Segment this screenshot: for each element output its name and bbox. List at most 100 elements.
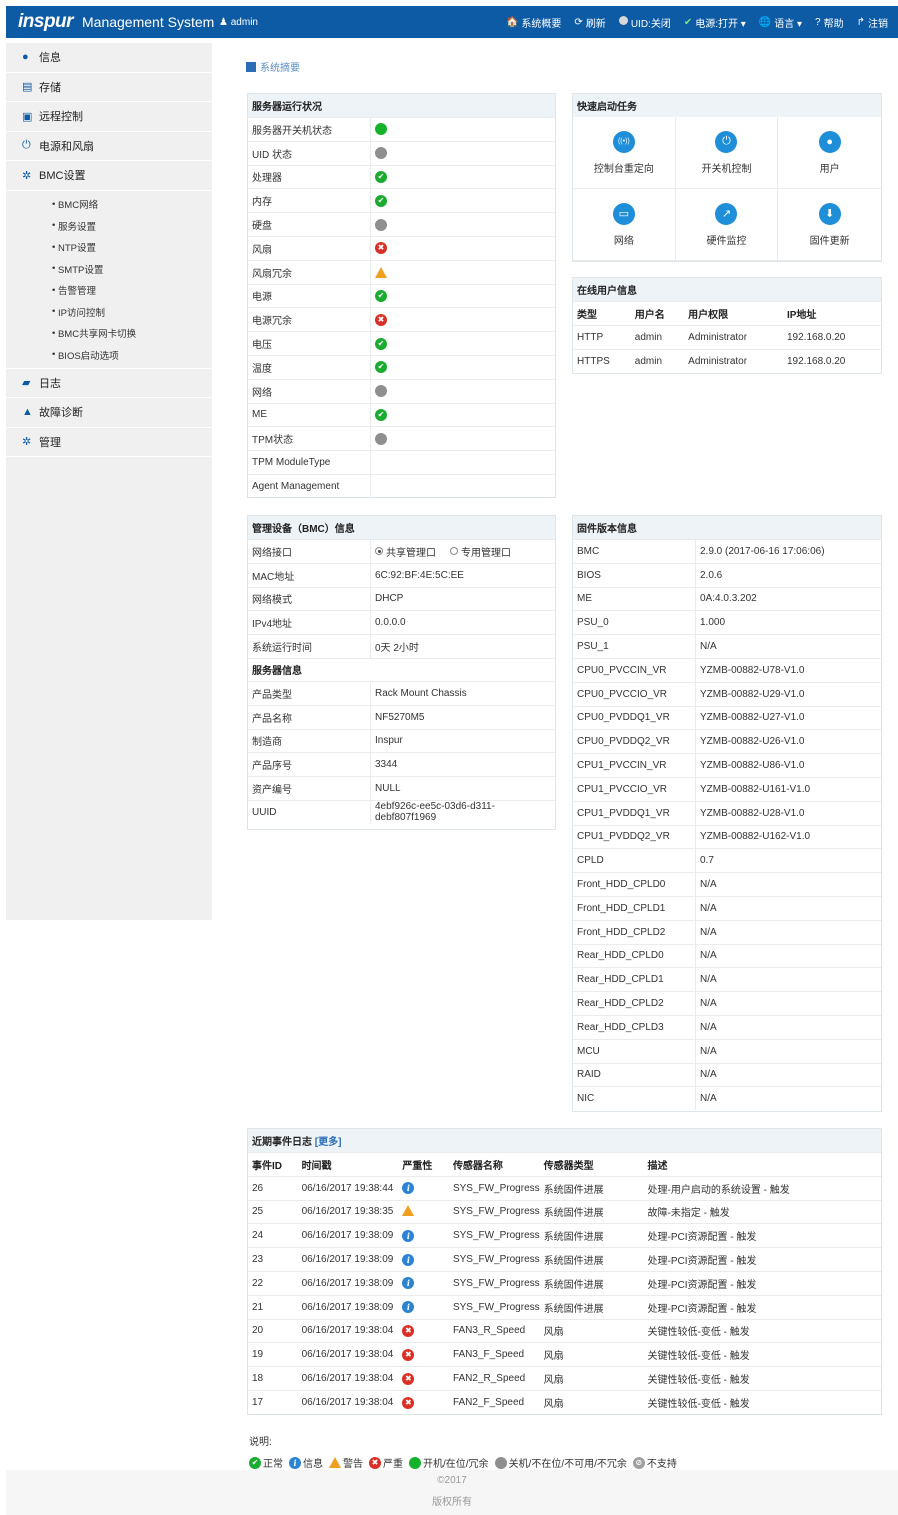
info-row: UUID 4ebf926c-ee5c-03d6-d311-debf807f1969 bbox=[248, 799, 555, 824]
info-row: 网络模式 DHCP bbox=[248, 586, 555, 611]
status-value bbox=[371, 142, 555, 165]
table-row[interactable]: 22 06/16/2017 19:38:09 i SYS_FW_Progress 系统固… bbox=[248, 1270, 881, 1296]
status-row: 电源 ✔ bbox=[248, 283, 555, 308]
info-row: MCU N/A bbox=[573, 1038, 881, 1063]
info-value: N/A bbox=[700, 641, 717, 653]
nav-item-2[interactable]: UID:关闭 bbox=[618, 15, 671, 30]
table-row[interactable]: 19 06/16/2017 19:38:04 ✖ FAN3_F_Speed 风扇 关键性较… bbox=[248, 1342, 881, 1367]
breadcrumb: 系统摘要 bbox=[246, 59, 300, 74]
info-value: NF5270M5 bbox=[375, 711, 425, 723]
info-value: N/A bbox=[700, 974, 717, 986]
nav-item-6[interactable]: ↱ 注销 bbox=[857, 15, 888, 30]
table-row: HTTPS admin Administrator 192.168.0.20 bbox=[573, 348, 881, 373]
info-label: MAC地址 bbox=[248, 563, 371, 587]
sidebar-item-3[interactable]: ⏻ 电源和风扇 bbox=[6, 132, 212, 161]
legend-item: ⊘ 不支持 bbox=[632, 1455, 677, 1470]
nav-label: 电源:打开 ▾ bbox=[695, 18, 746, 30]
quick-task-1[interactable]: ⏻ 开关机控制 bbox=[675, 117, 779, 189]
quick-task-0[interactable]: ((•)) 控制台重定向 bbox=[573, 117, 676, 189]
event-desc: 关键性较低-变低 - 触发 bbox=[643, 1366, 881, 1391]
console-redirect-icon: ((•)) bbox=[612, 130, 635, 153]
event-desc: 处理-PCI资源配置 - 触发 bbox=[643, 1270, 881, 1296]
info-value: 2.0.6 bbox=[700, 569, 723, 581]
quick-task-2[interactable]: ● 用户 bbox=[778, 117, 881, 189]
network-icon: ▭ bbox=[612, 202, 635, 225]
remote-control-icon: ▣ bbox=[22, 110, 33, 123]
current-user[interactable]: ♟ admin bbox=[219, 17, 258, 28]
table-row[interactable]: 25 06/16/2017 19:38:35 SYS_FW_Progress 系统固件… bbox=[248, 1199, 881, 1224]
sidebar-subitem-1[interactable]: • 服务设置 bbox=[6, 215, 212, 237]
info-label: NIC bbox=[573, 1087, 696, 1111]
nav-item-5[interactable]: ? 帮助 bbox=[815, 15, 844, 30]
event-id: 17 bbox=[248, 1389, 298, 1415]
legend-item: 开机/在位/冗余 bbox=[409, 1455, 489, 1470]
dedicated-port-radio[interactable] bbox=[450, 547, 458, 556]
sidebar-item-1[interactable]: ▤ 存储 bbox=[6, 73, 212, 102]
warning-status-icon bbox=[375, 266, 387, 278]
status-row: 内存 ✔ bbox=[248, 188, 555, 213]
quick-task-3[interactable]: ▭ 网络 bbox=[573, 189, 676, 261]
storage-icon: ▤ bbox=[22, 81, 33, 94]
event-sensor: FAN3_F_Speed bbox=[448, 1342, 540, 1367]
info-label: 产品名称 bbox=[248, 705, 371, 729]
table-row[interactable]: 17 06/16/2017 19:38:04 ✖ FAN2_F_Speed 风扇 关键性较… bbox=[248, 1389, 881, 1415]
uid-status-icon bbox=[618, 16, 628, 28]
sidebar-subitem-6[interactable]: • BMC共享网卡切换 bbox=[6, 323, 212, 345]
info-label: MCU bbox=[573, 1039, 696, 1063]
quick-task-4[interactable]: ↗ 硬件监控 bbox=[675, 189, 779, 261]
info-label: CPU0_PVDDQ1_VR bbox=[573, 706, 696, 730]
event-log-panel: 近期事件日志 [更多] 事件ID 时间戳 严重性 传感器名称 传感器类型 描述 26 06/1… bbox=[247, 1128, 882, 1415]
sidebar-subitem-5[interactable]: • IP访问控制 bbox=[6, 301, 212, 323]
nav-item-4[interactable]: 🌐 语言 ▾ bbox=[759, 15, 802, 30]
sidebar-item2-0[interactable]: ▰ 日志 bbox=[6, 369, 212, 398]
info-value: N/A bbox=[700, 902, 717, 914]
check-icon: ✔ bbox=[683, 16, 693, 28]
sidebar-item2-1[interactable]: ▲ 故障诊断 bbox=[6, 398, 212, 428]
nav-item-1[interactable]: ⟳ 刷新 bbox=[574, 15, 605, 30]
table-row[interactable]: 20 06/16/2017 19:38:04 ✖ FAN3_R_Speed 风扇 关键性较… bbox=[248, 1318, 881, 1343]
sidebar-subitem-0[interactable]: • BMC网络 bbox=[6, 194, 212, 216]
users-col-header: IP地址 bbox=[782, 301, 881, 326]
shared-port-label[interactable]: 共享管理口 bbox=[386, 544, 436, 559]
nav-item-0[interactable]: 🏠 系统概要 bbox=[506, 15, 561, 30]
quick-task-5[interactable]: ⬇ 固件更新 bbox=[778, 189, 881, 261]
shared-port-radio[interactable] bbox=[375, 547, 383, 556]
status-value: ✖ bbox=[371, 308, 555, 331]
table-row: HTTP admin Administrator 192.168.0.20 bbox=[573, 324, 881, 350]
ok-status-icon: ✔ bbox=[375, 337, 387, 350]
sidebar-item-2[interactable]: ▣ 远程控制 bbox=[6, 102, 212, 132]
table-row[interactable]: 18 06/16/2017 19:38:04 ✖ FAN2_R_Speed 风扇 关键性较… bbox=[248, 1366, 881, 1391]
legend-title: 说明: bbox=[249, 1437, 272, 1448]
sidebar-item2-2[interactable]: ✲ 管理 bbox=[6, 428, 212, 457]
more-events-link[interactable]: [更多] bbox=[315, 1133, 342, 1148]
info-label: 资产编号 bbox=[248, 777, 371, 800]
info-row: BIOS 2.0.6 bbox=[573, 562, 881, 587]
manage-icon: ✲ bbox=[22, 436, 32, 449]
sidebar-item-0[interactable]: ● 信息 bbox=[6, 43, 212, 73]
table-row[interactable]: 23 06/16/2017 19:38:09 i SYS_FW_Progress 系统固… bbox=[248, 1247, 881, 1272]
event-sensor-type: 系统固件进展 bbox=[539, 1199, 644, 1224]
info-label: BIOS bbox=[573, 563, 696, 587]
table-row[interactable]: 24 06/16/2017 19:38:09 i SYS_FW_Progress 系统固… bbox=[248, 1223, 881, 1248]
users-cell: admin bbox=[630, 324, 685, 350]
info-row: IPv4地址 0.0.0.0 bbox=[248, 610, 555, 635]
info-status-icon: i bbox=[402, 1301, 415, 1314]
table-row[interactable]: 21 06/16/2017 19:38:09 i SYS_FW_Progress 系统固… bbox=[248, 1294, 881, 1320]
table-row[interactable]: 26 06/16/2017 19:38:44 i SYS_FW_Progress 系统固… bbox=[248, 1175, 881, 1201]
nav-item-3[interactable]: ✔ 电源:打开 ▾ bbox=[684, 15, 746, 30]
sidebar-subitem-7[interactable]: • BIOS启动选项 bbox=[6, 344, 212, 366]
info-value: Inspur bbox=[375, 735, 403, 747]
info-row: 产品类型 Rack Mount Chassis bbox=[248, 680, 555, 705]
copyright: ©2017 bbox=[437, 1475, 467, 1486]
dedicated-port-label[interactable]: 专用管理口 bbox=[461, 544, 511, 559]
sidebar-subitem-4[interactable]: • 告警管理 bbox=[6, 280, 212, 302]
event-sensor-type: 系统固件进展 bbox=[539, 1175, 644, 1201]
event-id: 26 bbox=[248, 1175, 298, 1201]
info-label: Rear_HDD_CPLD2 bbox=[573, 992, 696, 1015]
sidebar-item-4[interactable]: ✲ BMC设置 bbox=[6, 161, 212, 191]
home-icon: 🏠 bbox=[505, 16, 519, 28]
sidebar-subitem-2[interactable]: • NTP设置 bbox=[6, 237, 212, 259]
users-cell: HTTPS bbox=[573, 348, 631, 373]
event-id: 20 bbox=[248, 1318, 298, 1343]
sidebar-subitem-3[interactable]: • SMTP设置 bbox=[6, 258, 212, 280]
